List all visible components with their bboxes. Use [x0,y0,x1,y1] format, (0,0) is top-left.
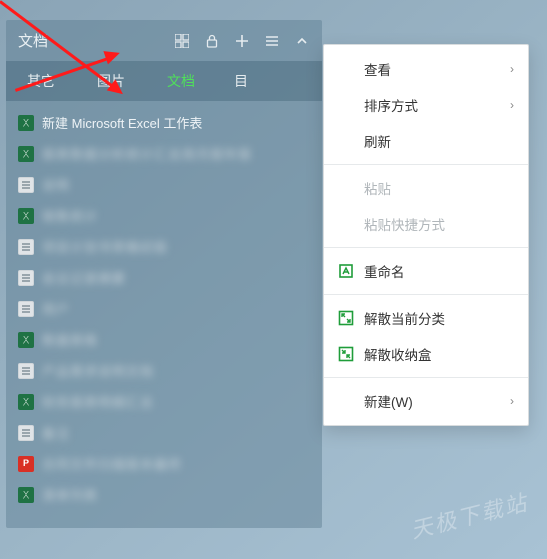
menu-item-label: 解散当前分类 [364,308,514,328]
file-name: 合同文件扫描版本最终 [42,454,182,473]
tab-bar: 其它 图片 文档 目 [6,61,322,101]
file-name: 清单列表 [42,485,98,504]
menu-item-paste-shortcut: 粘贴快捷方式 [324,206,528,242]
organizer-panel: 文档 其它 图片 文档 目 新建 Microsoft Excel 工作表报表数据… [6,20,322,528]
menu-item-rename[interactable]: 重命名 [324,253,528,289]
menu-icon[interactable] [264,33,280,49]
menu-item-dissolve-box[interactable]: 解散收纳盒 [324,336,528,372]
menu-item-dissolve-category[interactable]: 解散当前分类 [324,300,528,336]
lock-icon[interactable] [204,33,220,49]
doc-file-icon [18,239,34,255]
file-row[interactable]: 说明 [14,169,314,200]
doc-file-icon [18,177,34,193]
pdf-file-icon [18,456,34,472]
watermark: 天极下载站 [407,485,531,545]
file-name: 销售统计 [42,206,98,225]
file-name: 财务报表明细汇总 [42,392,154,411]
file-row[interactable]: 项目计划书草稿初版 [14,231,314,262]
menu-item-new[interactable]: 新建(W) › [324,383,528,419]
file-row[interactable]: 报表数据分析统计汇总周月报年报 [14,138,314,169]
file-name: 用户 [42,299,70,318]
grid-view-icon[interactable] [174,33,190,49]
excel-file-icon [18,115,34,131]
file-name: 数据表格 [42,330,98,349]
menu-separator [324,377,528,378]
menu-item-paste: 粘贴 [324,170,528,206]
file-list: 新建 Microsoft Excel 工作表报表数据分析统计汇总周月报年报说明销… [6,101,322,528]
file-row[interactable]: 用户 [14,293,314,324]
file-name: 备注 [42,423,70,442]
menu-item-refresh[interactable]: 刷新 [324,123,528,159]
file-row[interactable]: 产品需求说明文档 [14,355,314,386]
collapse-icon[interactable] [294,33,310,49]
header-icon-group [174,33,310,49]
excel-file-icon [18,146,34,162]
excel-file-icon [18,394,34,410]
blank-icon [338,133,354,149]
menu-item-label: 刷新 [364,131,514,151]
doc-file-icon [18,425,34,441]
menu-item-label: 粘贴 [364,178,514,198]
menu-item-label: 查看 [364,59,500,79]
file-row[interactable]: 会议记录摘要 [14,262,314,293]
file-row[interactable]: 备注 [14,417,314,448]
chevron-right-icon: › [510,394,514,408]
chevron-right-icon: › [510,62,514,76]
menu-item-label: 粘贴快捷方式 [364,214,514,234]
blank-icon [338,61,354,77]
file-name: 会议记录摘要 [42,268,126,287]
rename-icon [338,263,354,279]
file-name: 新建 Microsoft Excel 工作表 [42,113,202,132]
file-row[interactable]: 新建 Microsoft Excel 工作表 [14,107,314,138]
file-name: 产品需求说明文档 [42,361,154,380]
add-icon[interactable] [234,33,250,49]
file-row[interactable]: 销售统计 [14,200,314,231]
file-name: 项目计划书草稿初版 [42,237,168,256]
excel-file-icon [18,208,34,224]
excel-file-icon [18,487,34,503]
excel-file-icon [18,332,34,348]
menu-separator [324,294,528,295]
file-row[interactable]: 清单列表 [14,479,314,510]
collapse-icon [338,346,354,362]
blank-icon [338,180,354,196]
file-row[interactable]: 数据表格 [14,324,314,355]
menu-item-label: 解散收纳盒 [364,344,514,364]
context-menu: 查看 › 排序方式 › 刷新粘贴粘贴快捷方式重命名解散当前分类解散收纳盒新建(W) › [323,44,529,426]
menu-item-sort[interactable]: 排序方式 › [324,87,528,123]
menu-item-label: 排序方式 [364,95,500,115]
menu-item-label: 新建(W) [364,391,500,411]
doc-file-icon [18,363,34,379]
blank-icon [338,97,354,113]
blank-icon [338,393,354,409]
menu-item-label: 重命名 [364,261,514,281]
doc-file-icon [18,301,34,317]
file-row[interactable]: 合同文件扫描版本最终 [14,448,314,479]
file-name: 说明 [42,175,70,194]
file-name: 报表数据分析统计汇总周月报年报 [42,144,252,163]
menu-item-view[interactable]: 查看 › [324,51,528,87]
blank-icon [338,216,354,232]
tab-partial[interactable]: 目 [216,61,256,101]
menu-separator [324,164,528,165]
chevron-right-icon: › [510,98,514,112]
menu-separator [324,247,528,248]
file-row[interactable]: 财务报表明细汇总 [14,386,314,417]
expand-icon [338,310,354,326]
doc-file-icon [18,270,34,286]
tab-documents[interactable]: 文档 [146,61,216,101]
